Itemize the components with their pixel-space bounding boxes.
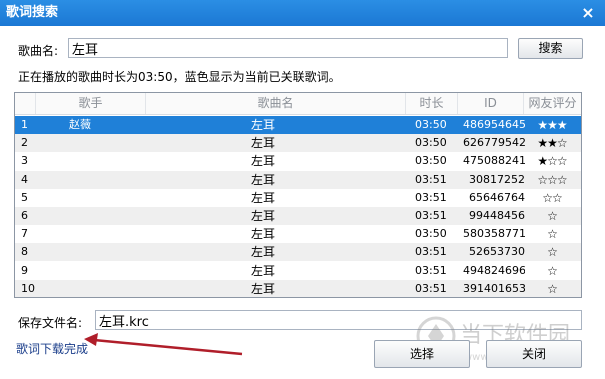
row-duration: 03:51	[415, 281, 447, 295]
table-row[interactable]: 8 左耳 03:51 52653730 ☆	[15, 243, 581, 262]
row-id: 30817252	[469, 172, 525, 186]
header-duration[interactable]: 时长	[405, 93, 457, 114]
close-button[interactable]: 关闭	[486, 340, 582, 368]
table-row[interactable]: 10 左耳 03:51 391401653 ☆	[15, 279, 581, 297]
row-artist	[69, 243, 129, 261]
row-rating-stars: ★★☆	[537, 136, 567, 151]
row-id: 99448456	[469, 209, 525, 222]
row-artist: 赵薇	[69, 118, 91, 131]
results-table: 歌手 歌曲名 时长 ID 网友评分 1 赵薇 左耳 03:50 486954645 ★★★…	[14, 92, 582, 298]
song-name-input[interactable]	[68, 38, 508, 58]
row-number: 2	[21, 136, 28, 150]
table-row[interactable]: 5 左耳 03:51 65646764 ☆☆	[15, 189, 581, 207]
select-button[interactable]: 选择	[374, 340, 470, 368]
row-number: 5	[21, 190, 28, 204]
header-artist[interactable]: 歌手	[35, 93, 145, 114]
row-song: 左耳	[251, 209, 276, 223]
header-id[interactable]: ID	[457, 93, 523, 114]
row-rating-stars: ★★★	[537, 118, 567, 132]
row-artist	[69, 207, 129, 225]
row-artist	[69, 189, 129, 207]
row-id: 475088241	[463, 154, 525, 168]
title-bar: 歌词搜索 ×	[0, 0, 605, 26]
table-row[interactable]: 9 左耳 03:51 494824696 ☆	[15, 262, 581, 280]
row-number: 1	[21, 118, 28, 131]
row-number: 4	[21, 172, 28, 186]
row-song: 左耳	[251, 245, 276, 260]
header-rating[interactable]: 网友评分	[523, 93, 581, 114]
row-duration: 03:51	[415, 190, 447, 204]
header-num	[15, 93, 35, 114]
row-song: 左耳	[251, 190, 276, 205]
row-artist	[69, 171, 129, 189]
search-button[interactable]: 搜索	[518, 38, 583, 59]
header-song[interactable]: 歌曲名	[145, 93, 405, 114]
status-download-complete[interactable]: 歌词下载完成	[16, 340, 88, 357]
table-row[interactable]: 7 左耳 03:50 580358771 ☆	[15, 225, 581, 243]
row-song: 左耳	[251, 227, 276, 242]
row-id: 580358771	[463, 227, 525, 241]
row-song: 左耳	[251, 281, 276, 296]
row-id: 65646764	[469, 190, 525, 204]
row-song: 左耳	[251, 154, 276, 169]
row-number: 7	[21, 227, 28, 241]
annotation-arrow-icon	[84, 333, 243, 356]
row-rating-stars: ☆	[547, 281, 558, 296]
row-artist	[69, 152, 129, 170]
window-title: 歌词搜索	[6, 5, 59, 20]
row-duration: 03:50	[415, 136, 447, 150]
info-text: 正在播放的歌曲时长为03:50，蓝色显示为当前已关联歌词。	[18, 70, 341, 84]
table-row[interactable]: 1 赵薇 左耳 03:50 486954645 ★★★	[15, 116, 581, 134]
row-rating-stars: ☆	[547, 245, 558, 260]
row-rating-stars: ☆☆	[542, 190, 563, 205]
row-artist	[69, 134, 129, 152]
row-song: 左耳	[251, 172, 276, 187]
row-duration: 03:51	[415, 245, 447, 259]
row-artist	[69, 262, 129, 280]
row-rating-stars: ★☆☆	[537, 154, 567, 169]
close-icon[interactable]: ×	[577, 2, 599, 24]
row-id: 494824696	[463, 263, 525, 277]
row-number: 8	[21, 245, 28, 259]
table-row[interactable]: 6 左耳 03:51 99448456 ☆	[15, 207, 581, 225]
row-id: 626779542	[463, 136, 525, 150]
table-row[interactable]: 4 左耳 03:51 30817252 ☆☆☆	[15, 170, 581, 189]
row-number: 3	[21, 154, 28, 168]
row-number: 10	[21, 281, 35, 295]
row-song: 左耳	[251, 118, 276, 132]
table-row[interactable]: 2 左耳 03:50 626779542 ★★☆	[15, 134, 581, 153]
row-id: 486954645	[463, 118, 525, 131]
lyrics-search-dialog: 歌词搜索 × 歌曲名: 搜索 正在播放的歌曲时长为03:50，蓝色显示为当前已关…	[0, 0, 605, 379]
row-number: 9	[21, 263, 28, 277]
row-song: 左耳	[251, 136, 276, 151]
song-name-label: 歌曲名:	[18, 44, 59, 58]
row-duration: 03:50	[415, 154, 447, 168]
row-song: 左耳	[251, 263, 276, 278]
row-artist	[69, 280, 129, 297]
row-rating-stars: ☆	[547, 227, 558, 242]
row-rating-stars: ☆	[547, 263, 558, 278]
row-artist	[69, 225, 129, 243]
row-duration: 03:50	[415, 227, 447, 241]
row-number: 6	[21, 209, 28, 222]
row-duration: 03:51	[415, 172, 447, 186]
row-rating-stars: ☆	[547, 209, 558, 223]
table-header: 歌手 歌曲名 时长 ID 网友评分	[15, 93, 581, 115]
table-row[interactable]: 3 左耳 03:50 475088241 ★☆☆	[15, 152, 581, 170]
row-id: 52653730	[469, 245, 525, 259]
row-rating-stars: ☆☆☆	[537, 172, 567, 187]
row-duration: 03:51	[415, 209, 447, 222]
save-filename-label: 保存文件名:	[18, 316, 83, 330]
row-duration: 03:50	[415, 118, 447, 131]
row-duration: 03:51	[415, 263, 447, 277]
row-id: 391401653	[463, 281, 525, 295]
